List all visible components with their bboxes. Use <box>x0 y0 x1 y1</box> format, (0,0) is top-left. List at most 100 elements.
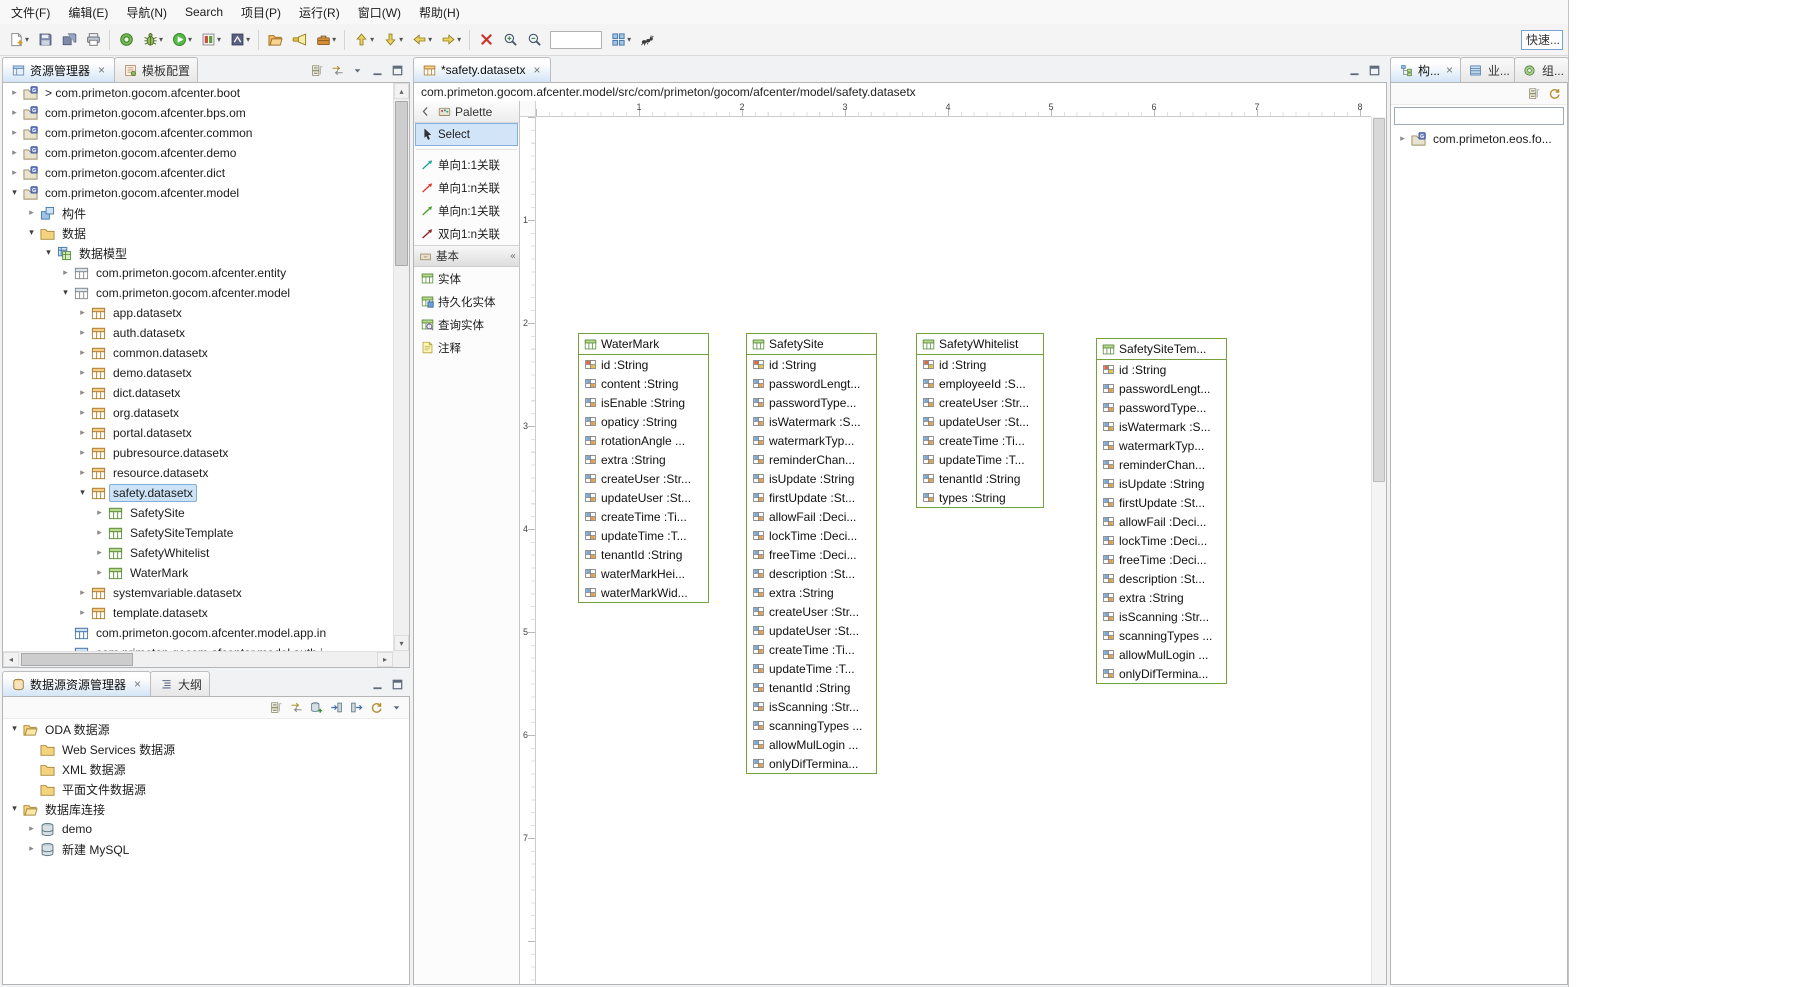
entity-field[interactable]: extra :String <box>1097 588 1226 607</box>
palette-tool[interactable]: 实体 <box>415 267 518 290</box>
tree-item[interactable]: ▾数据 <box>3 223 393 243</box>
entity-field[interactable]: waterMarkWid... <box>579 583 708 602</box>
quick-access-box[interactable]: 快速... <box>1521 30 1563 50</box>
entity-field[interactable]: extra :String <box>579 450 708 469</box>
collapse-all-button[interactable] <box>1525 84 1544 103</box>
entity-field[interactable]: waterMarkHei... <box>579 564 708 583</box>
dropdown-arrow-icon[interactable]: ▾ <box>399 35 403 44</box>
entity-field[interactable]: scanningTypes ... <box>747 716 876 735</box>
print-button[interactable] <box>82 28 104 52</box>
entity-field[interactable]: isEnable :String <box>579 393 708 412</box>
palette-tool[interactable]: 单向1:1关联 <box>415 153 518 176</box>
collapsed-arrow-icon[interactable]: ▸ <box>75 328 90 338</box>
collapsed-arrow-icon[interactable]: ▸ <box>75 588 90 598</box>
scrollbar-thumb[interactable] <box>21 653 133 666</box>
menu-item[interactable]: 帮助(H) <box>410 0 469 25</box>
tree-item[interactable]: ▸demo <box>3 819 409 839</box>
profile-button[interactable]: ▾ <box>226 28 253 52</box>
dropdown-arrow-icon[interactable]: ▾ <box>428 35 432 44</box>
entity-header[interactable]: SafetySiteTem... <box>1097 339 1226 360</box>
entity-field[interactable]: updateUser :St... <box>579 488 708 507</box>
collapse-all-button[interactable] <box>308 61 327 80</box>
entity-field[interactable]: id :String <box>579 355 708 374</box>
tree-item[interactable]: ▸构件 <box>3 203 393 223</box>
tree-item[interactable]: ▸SafetySiteTemplate <box>3 523 393 543</box>
dropdown-arrow-icon[interactable]: ▾ <box>159 35 163 44</box>
entity-header[interactable]: SafetyWhitelist <box>917 334 1043 355</box>
entity-field[interactable]: updateTime :T... <box>917 450 1043 469</box>
entity-field[interactable]: scanningTypes ... <box>1097 626 1226 645</box>
tree-item[interactable]: ▸SafetyWhitelist <box>3 543 393 563</box>
menu-item[interactable]: 文件(F) <box>2 0 59 25</box>
entity-field[interactable]: watermarkTyp... <box>747 431 876 450</box>
previous-annotation-button[interactable]: ▾ <box>350 28 377 52</box>
entity-header[interactable]: SafetySite <box>747 334 876 355</box>
palette-drawer-basic[interactable]: 基本« <box>414 245 519 267</box>
tree-item[interactable]: ▸org.datasetx <box>3 403 393 423</box>
entity-field[interactable]: rotationAngle ... <box>579 431 708 450</box>
export-profile-button[interactable] <box>347 698 366 717</box>
external-tools-button[interactable]: ▾ <box>312 28 339 52</box>
tree-item[interactable]: ▸template.datasetx <box>3 603 393 623</box>
explorer-vscrollbar[interactable]: ▴ ▾ <box>393 83 409 651</box>
collapsed-arrow-icon[interactable]: ▸ <box>75 468 90 478</box>
entity-field[interactable]: passwordType... <box>1097 398 1226 417</box>
collapse-all-button[interactable] <box>267 698 286 717</box>
collapsed-arrow-icon[interactable]: ▸ <box>75 408 90 418</box>
tab-close-icon[interactable]: × <box>132 679 143 690</box>
dropdown-arrow-icon[interactable]: ▾ <box>25 35 29 44</box>
menu-item[interactable]: 窗口(W) <box>349 0 410 25</box>
ant-build-button[interactable] <box>636 28 658 52</box>
tree-item[interactable]: ▾数据库连接 <box>3 799 409 819</box>
collapsed-arrow-icon[interactable]: ▸ <box>75 448 90 458</box>
tab[interactable]: 资源管理器× <box>2 57 115 82</box>
tree-item[interactable]: com.primeton.gocom.afcenter.model.app.in <box>3 623 393 643</box>
entity-field[interactable]: lockTime :Deci... <box>747 526 876 545</box>
dropdown-arrow-icon[interactable]: ▾ <box>217 35 221 44</box>
entity-field[interactable]: description :St... <box>747 564 876 583</box>
entity-field[interactable]: passwordType... <box>747 393 876 412</box>
entity-field[interactable]: allowFail :Deci... <box>747 507 876 526</box>
filter-input[interactable] <box>1394 107 1564 125</box>
tree-item[interactable]: ▸Gcom.primeton.eos.fo... <box>1391 129 1567 149</box>
palette-tool[interactable]: 注释 <box>415 336 518 359</box>
entity-field[interactable]: freeTime :Deci... <box>1097 550 1226 569</box>
collapsed-arrow-icon[interactable]: ▸ <box>75 368 90 378</box>
entity-field[interactable]: tenantId :String <box>579 545 708 564</box>
collapsed-arrow-icon[interactable]: ▸ <box>24 208 39 218</box>
entity-field[interactable]: onlyDifTermina... <box>747 754 876 773</box>
tab[interactable]: 业... <box>1460 57 1515 82</box>
entity-field[interactable]: tenantId :String <box>747 678 876 697</box>
tree-item[interactable]: ▸app.datasetx <box>3 303 393 323</box>
tree-item[interactable]: ▸demo.datasetx <box>3 363 393 383</box>
entity-field[interactable]: tenantId :String <box>917 469 1043 488</box>
tree-item[interactable]: ▸新建 MySQL <box>3 839 409 859</box>
entity-field[interactable]: updateTime :T... <box>747 659 876 678</box>
collapsed-arrow-icon[interactable]: ▸ <box>7 88 22 98</box>
tree-item[interactable]: ▾com.primeton.gocom.afcenter.model <box>3 283 393 303</box>
scrollbar-thumb[interactable] <box>395 101 408 266</box>
view-menu-button[interactable] <box>348 61 367 80</box>
collapsed-arrow-icon[interactable]: ▸ <box>92 548 107 558</box>
tree-item[interactable]: com.primeton.gocom.afcenter.model.auth.i <box>3 643 393 651</box>
entity-field[interactable]: allowMulLogin ... <box>1097 645 1226 664</box>
entity-field[interactable]: opaticy :String <box>579 412 708 431</box>
maximize-button[interactable] <box>388 61 407 80</box>
entity-field[interactable]: watermarkTyp... <box>1097 436 1226 455</box>
expanded-arrow-icon[interactable]: ▾ <box>58 288 73 298</box>
entity-field[interactable]: isScanning :Str... <box>747 697 876 716</box>
tree-item[interactable]: ▾数据模型 <box>3 243 393 263</box>
menu-item[interactable]: 编辑(E) <box>59 0 117 25</box>
tab[interactable]: 数据源资源管理器× <box>2 671 151 696</box>
tab[interactable]: 大纲 <box>150 671 210 696</box>
entity-field[interactable]: lockTime :Deci... <box>1097 531 1226 550</box>
tree-item[interactable]: ▸WaterMark <box>3 563 393 583</box>
link-editor-button[interactable] <box>287 698 306 717</box>
entity-field[interactable]: passwordLengt... <box>1097 379 1226 398</box>
palette-tool[interactable]: 单向1:n关联 <box>415 176 518 199</box>
dropdown-arrow-icon[interactable]: ▾ <box>457 35 461 44</box>
zoom-in-button[interactable] <box>499 28 521 52</box>
tab-close-icon[interactable]: × <box>532 65 543 76</box>
refresh-button[interactable] <box>367 698 386 717</box>
entity-field[interactable]: id :String <box>747 355 876 374</box>
